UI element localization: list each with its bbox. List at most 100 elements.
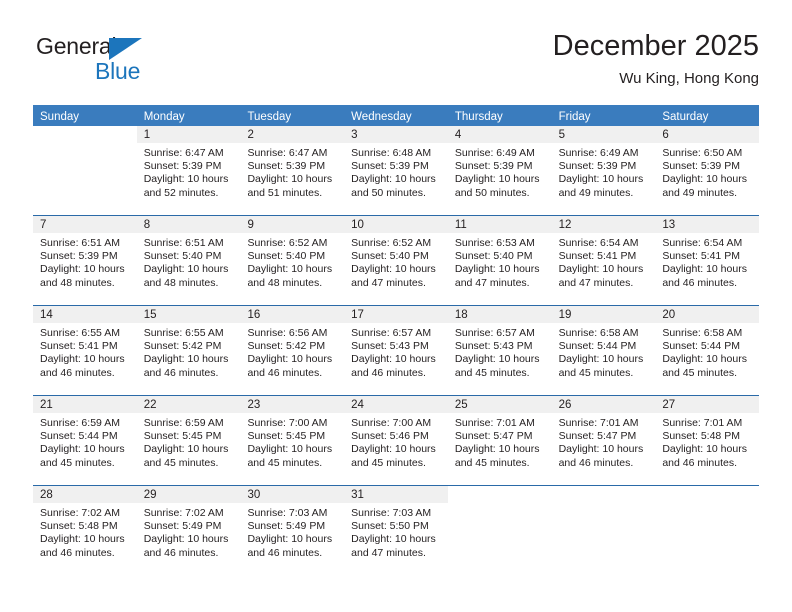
day-cell[interactable]: 5 Sunrise: 6:49 AM Sunset: 5:39 PM Dayli…	[551, 126, 656, 215]
day-cell[interactable]	[655, 486, 760, 575]
sunrise-line: Sunrise: 6:55 AM	[40, 327, 120, 339]
day-cell[interactable]: 3 Sunrise: 6:48 AM Sunset: 5:39 PM Dayli…	[344, 126, 448, 215]
day-cell[interactable]: 10 Sunrise: 6:52 AM Sunset: 5:40 PM Dayl…	[344, 216, 448, 305]
day-cell[interactable]: 1 Sunrise: 6:47 AM Sunset: 5:39 PM Dayli…	[136, 126, 241, 215]
day-cell[interactable]: 11 Sunrise: 6:53 AM Sunset: 5:40 PM Dayl…	[447, 216, 552, 305]
weekday-header-saturday: Saturday	[662, 111, 709, 123]
page-header: General Blue December 2025 Wu King, Hong…	[33, 28, 759, 100]
day-cell[interactable]: 27 Sunrise: 7:01 AM Sunset: 5:48 PM Dayl…	[655, 396, 760, 485]
day-cell[interactable]	[551, 486, 656, 575]
day-cell[interactable]: 7 Sunrise: 6:51 AM Sunset: 5:39 PM Dayli…	[33, 216, 137, 305]
day-cell[interactable]: 29 Sunrise: 7:02 AM Sunset: 5:49 PM Dayl…	[136, 486, 241, 575]
day-details: Sunrise: 6:49 AM Sunset: 5:39 PM Dayligh…	[448, 143, 552, 200]
day-cell[interactable]: 25 Sunrise: 7:01 AM Sunset: 5:47 PM Dayl…	[447, 396, 552, 485]
day-number: 9	[240, 216, 345, 233]
day-cell[interactable]: 9 Sunrise: 6:52 AM Sunset: 5:40 PM Dayli…	[240, 216, 345, 305]
logo-text-general: General	[36, 33, 117, 59]
sunset-line: Sunset: 5:39 PM	[454, 160, 533, 173]
day-number: 29	[136, 486, 241, 503]
day-cell[interactable]: 12 Sunrise: 6:54 AM Sunset: 5:41 PM Dayl…	[551, 216, 656, 305]
day-number: 19	[551, 306, 656, 323]
day-cell[interactable]: 31 Sunrise: 7:03 AM Sunset: 5:50 PM Dayl…	[344, 486, 448, 575]
day-cell[interactable]: 16 Sunrise: 6:56 AM Sunset: 5:42 PM Dayl…	[240, 306, 345, 395]
daylight-line: Daylight: 10 hours and 47 minutes.	[351, 263, 436, 289]
sunrise-line: Sunrise: 7:01 AM	[558, 417, 639, 429]
day-cell[interactable]: 4 Sunrise: 6:49 AM Sunset: 5:39 PM Dayli…	[447, 126, 552, 215]
day-number: 3	[344, 126, 448, 143]
day-number: 21	[33, 396, 137, 413]
daylight-line: Daylight: 10 hours and 45 minutes.	[454, 443, 540, 469]
sunset-line: Sunset: 5:44 PM	[40, 430, 118, 443]
weekday-header-thursday: Thursday	[454, 111, 503, 123]
daylight-line: Daylight: 10 hours and 45 minutes.	[454, 353, 540, 379]
sunset-line: Sunset: 5:48 PM	[662, 430, 740, 443]
day-number: 24	[344, 396, 448, 413]
day-cell[interactable]: 28 Sunrise: 7:02 AM Sunset: 5:48 PM Dayl…	[33, 486, 137, 575]
sunrise-line: Sunrise: 7:03 AM	[247, 507, 328, 519]
day-cell[interactable]: 17 Sunrise: 6:57 AM Sunset: 5:43 PM Dayl…	[344, 306, 448, 395]
sunrise-line: Sunrise: 6:56 AM	[247, 327, 328, 339]
day-cell[interactable]: 30 Sunrise: 7:03 AM Sunset: 5:49 PM Dayl…	[240, 486, 345, 575]
sunset-line: Sunset: 5:41 PM	[40, 340, 118, 353]
sunset-line: Sunset: 5:40 PM	[247, 250, 326, 263]
day-cell[interactable]: 15 Sunrise: 6:55 AM Sunset: 5:42 PM Dayl…	[136, 306, 241, 395]
page-subtitle: Wu King, Hong Kong	[619, 70, 759, 87]
title-block: December 2025 Wu King, Hong Kong	[553, 28, 759, 90]
sunset-line: Sunset: 5:40 PM	[351, 250, 429, 263]
day-number	[447, 486, 552, 503]
day-cell[interactable]: 23 Sunrise: 7:00 AM Sunset: 5:45 PM Dayl…	[240, 396, 345, 485]
daylight-line: Daylight: 10 hours and 47 minutes.	[558, 263, 644, 289]
day-number: 31	[344, 486, 448, 503]
day-number: 7	[33, 216, 137, 233]
sunrise-line: Sunrise: 6:54 AM	[558, 237, 639, 249]
day-cell[interactable]: 19 Sunrise: 6:58 AM Sunset: 5:44 PM Dayl…	[551, 306, 656, 395]
day-cell[interactable]	[33, 126, 137, 215]
daylight-line: Daylight: 10 hours and 52 minutes.	[143, 173, 229, 199]
daylight-line: Daylight: 10 hours and 48 minutes.	[143, 263, 229, 289]
day-cell[interactable]: 13 Sunrise: 6:54 AM Sunset: 5:41 PM Dayl…	[655, 216, 760, 305]
sunrise-line: Sunrise: 6:50 AM	[662, 147, 743, 159]
day-cell[interactable]: 21 Sunrise: 6:59 AM Sunset: 5:44 PM Dayl…	[33, 396, 137, 485]
page-title: December 2025	[552, 30, 759, 62]
day-cell[interactable]: 2 Sunrise: 6:47 AM Sunset: 5:39 PM Dayli…	[240, 126, 345, 215]
sunset-line: Sunset: 5:47 PM	[558, 430, 637, 443]
day-details: Sunrise: 6:51 AM Sunset: 5:39 PM Dayligh…	[33, 233, 137, 290]
sunrise-line: Sunrise: 6:53 AM	[454, 237, 535, 249]
sunrise-line: Sunrise: 6:51 AM	[143, 237, 224, 249]
day-cell[interactable]: 24 Sunrise: 7:00 AM Sunset: 5:46 PM Dayl…	[344, 396, 448, 485]
day-cell[interactable]: 14 Sunrise: 6:55 AM Sunset: 5:41 PM Dayl…	[33, 306, 137, 395]
sunset-line: Sunset: 5:42 PM	[143, 340, 222, 353]
sunrise-line: Sunrise: 6:51 AM	[40, 237, 120, 249]
sunset-line: Sunset: 5:49 PM	[247, 520, 326, 533]
day-cell[interactable]	[447, 486, 552, 575]
day-cell[interactable]: 26 Sunrise: 7:01 AM Sunset: 5:47 PM Dayl…	[551, 396, 656, 485]
day-number: 2	[240, 126, 345, 143]
sunset-line: Sunset: 5:40 PM	[143, 250, 222, 263]
daylight-line: Daylight: 10 hours and 46 minutes.	[247, 533, 333, 559]
day-number: 15	[136, 306, 241, 323]
day-cell[interactable]: 18 Sunrise: 6:57 AM Sunset: 5:43 PM Dayl…	[447, 306, 552, 395]
sunrise-line: Sunrise: 6:57 AM	[454, 327, 535, 339]
day-details: Sunrise: 6:53 AM Sunset: 5:40 PM Dayligh…	[448, 233, 552, 290]
calendar-grid: Sunday Monday Tuesday Wednesday Thursday…	[33, 105, 760, 575]
day-details: Sunrise: 6:47 AM Sunset: 5:39 PM Dayligh…	[240, 143, 344, 200]
day-cell[interactable]: 8 Sunrise: 6:51 AM Sunset: 5:40 PM Dayli…	[136, 216, 241, 305]
day-details: Sunrise: 6:54 AM Sunset: 5:41 PM Dayligh…	[552, 233, 656, 290]
sunset-line: Sunset: 5:49 PM	[143, 520, 222, 533]
sunrise-line: Sunrise: 7:01 AM	[662, 417, 743, 429]
day-details: Sunrise: 6:59 AM Sunset: 5:45 PM Dayligh…	[137, 413, 241, 470]
day-number: 30	[240, 486, 345, 503]
day-number: 20	[655, 306, 760, 323]
sunset-line: Sunset: 5:40 PM	[454, 250, 533, 263]
day-details: Sunrise: 6:56 AM Sunset: 5:42 PM Dayligh…	[240, 323, 344, 380]
day-number: 28	[33, 486, 137, 503]
day-cell[interactable]: 20 Sunrise: 6:58 AM Sunset: 5:44 PM Dayl…	[655, 306, 760, 395]
sunset-line: Sunset: 5:45 PM	[143, 430, 222, 443]
sunrise-line: Sunrise: 7:02 AM	[143, 507, 224, 519]
daylight-line: Daylight: 10 hours and 45 minutes.	[558, 353, 644, 379]
day-cell[interactable]: 22 Sunrise: 6:59 AM Sunset: 5:45 PM Dayl…	[136, 396, 241, 485]
day-details: Sunrise: 7:00 AM Sunset: 5:46 PM Dayligh…	[344, 413, 448, 470]
daylight-line: Daylight: 10 hours and 46 minutes.	[40, 353, 125, 379]
daylight-line: Daylight: 10 hours and 45 minutes.	[143, 443, 229, 469]
day-cell[interactable]: 6 Sunrise: 6:50 AM Sunset: 5:39 PM Dayli…	[655, 126, 760, 215]
